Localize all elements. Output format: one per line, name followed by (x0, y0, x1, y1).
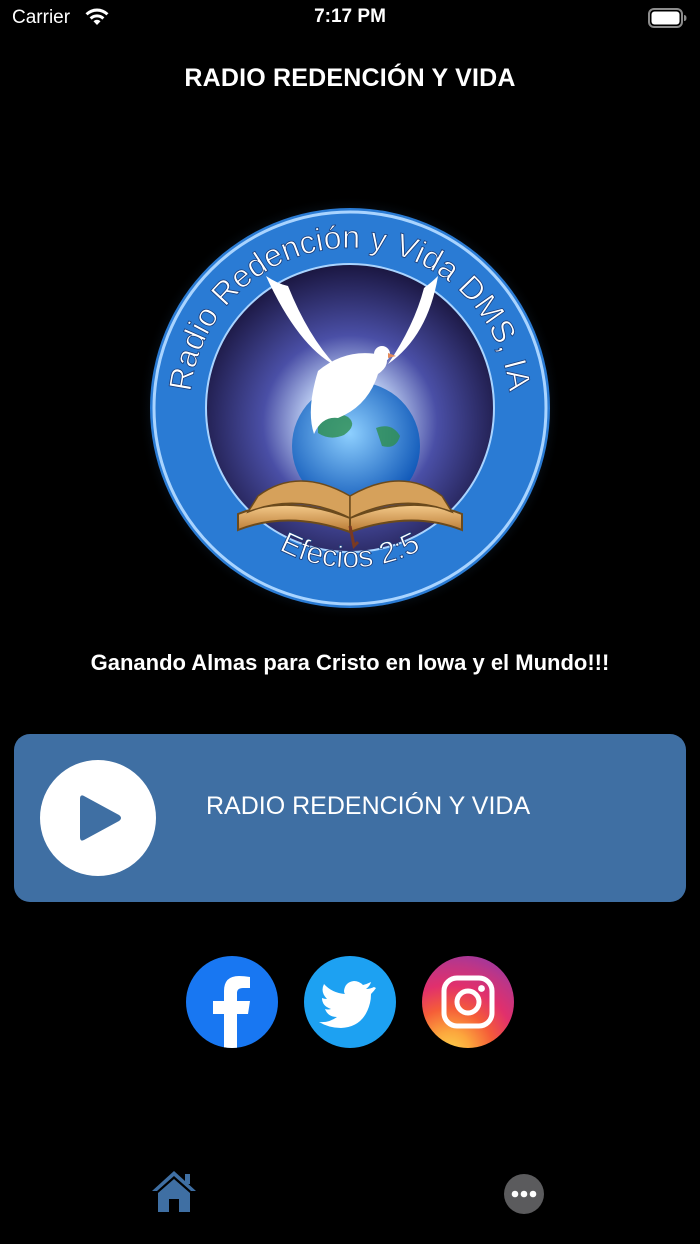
twitter-button[interactable] (304, 956, 396, 1048)
facebook-icon (213, 976, 250, 1048)
more-icon (511, 1190, 537, 1198)
station-name: RADIO REDENCIÓN Y VIDA (206, 792, 531, 820)
instagram-button[interactable] (422, 956, 514, 1048)
more-tab[interactable] (504, 1174, 544, 1214)
station-logo: Radio Redención y Vida DMS, IA Efecios 2… (138, 196, 562, 620)
tagline: Ganando Almas para Cristo en Iowa y el M… (90, 650, 610, 675)
home-icon[interactable] (150, 1168, 198, 1214)
status-bar: Carrier 7:17 PM (0, 0, 700, 36)
status-time: 7:17 PM (314, 6, 386, 27)
play-icon (80, 795, 121, 841)
play-button[interactable] (40, 760, 156, 876)
twitter-icon (319, 981, 376, 1028)
battery-icon (648, 8, 687, 28)
page-title: RADIO REDENCIÓN Y VIDA (184, 64, 516, 92)
tab-bar (0, 1150, 700, 1244)
instagram-icon (441, 975, 495, 1029)
facebook-button[interactable] (186, 956, 278, 1048)
player-card: RADIO REDENCIÓN Y VIDA (14, 734, 686, 902)
